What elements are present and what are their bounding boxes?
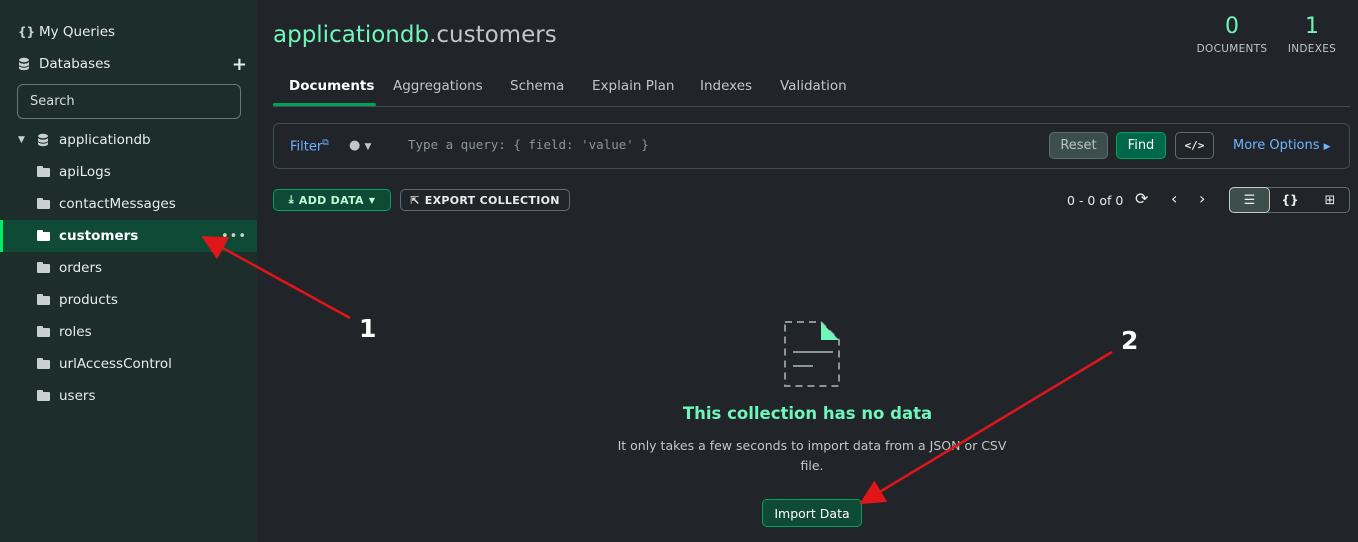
empty-state-title: This collection has no data xyxy=(682,404,933,423)
page-title: applicationdb.customers xyxy=(273,22,557,48)
sidebar-item-databases[interactable]: Databases + xyxy=(0,48,257,80)
export-label: EXPORT COLLECTION xyxy=(424,193,560,207)
empty-document-icon xyxy=(783,320,841,394)
collection-label: products xyxy=(59,292,118,308)
active-tab-indicator xyxy=(273,103,376,106)
view-toggle: ☰ {} ⊞ xyxy=(1229,187,1350,213)
collection-item-customers[interactable]: customers ••• xyxy=(0,220,257,252)
collection-item-urlaccesscontrol[interactable]: urlAccessControl xyxy=(0,348,257,380)
collection-item-orders[interactable]: orders xyxy=(0,252,257,284)
folder-icon xyxy=(37,230,50,241)
active-indicator xyxy=(0,220,3,252)
collection-item-apilogs[interactable]: apiLogs xyxy=(0,156,257,188)
filter-link[interactable]: Filter⧉ xyxy=(290,138,329,154)
collection-item-contactmessages[interactable]: contactMessages xyxy=(0,188,257,220)
folder-icon xyxy=(37,358,50,369)
collection-label: apiLogs xyxy=(59,164,111,180)
download-icon: ⤓ xyxy=(288,193,294,206)
chevron-right-icon[interactable]: › xyxy=(1199,189,1205,208)
tab-validation[interactable]: Validation xyxy=(780,78,847,94)
code-icon[interactable]: </> xyxy=(1175,132,1214,159)
add-data-label: ADD DATA xyxy=(298,193,364,207)
export-icon: ⇱ xyxy=(410,193,420,207)
tab-explain-plan[interactable]: Explain Plan xyxy=(592,78,674,94)
chevron-down-icon: ▼ xyxy=(364,142,372,152)
folder-icon xyxy=(37,294,50,305)
collection-item-users[interactable]: users xyxy=(0,380,257,412)
table-view-icon[interactable]: ⊞ xyxy=(1310,188,1350,212)
indexes-count: 1 xyxy=(1305,14,1319,39)
main-panel: applicationdb.customers 0 DOCUMENTS 1 IN… xyxy=(257,0,1358,542)
documents-count: 0 xyxy=(1225,14,1239,39)
collection-label: roles xyxy=(59,324,92,340)
sidebar-item-label: Databases xyxy=(39,56,111,72)
export-collection-button[interactable]: ⇱ EXPORT COLLECTION xyxy=(400,189,570,211)
folder-icon xyxy=(37,262,50,273)
folder-icon xyxy=(37,198,50,209)
tab-indexes[interactable]: Indexes xyxy=(700,78,752,94)
more-options-button[interactable]: More Options ▶ xyxy=(1233,138,1331,153)
external-link-icon: ⧉ xyxy=(322,138,329,148)
folder-icon xyxy=(37,166,50,177)
sidebar: {} My Queries Databases + ▼ applicationd… xyxy=(0,0,257,542)
folder-icon xyxy=(37,326,50,337)
database-icon xyxy=(18,57,30,71)
documents-stat: 0 DOCUMENTS xyxy=(1194,14,1270,55)
find-button[interactable]: Find xyxy=(1116,132,1166,159)
search-input[interactable] xyxy=(17,84,241,119)
database-icon xyxy=(37,133,49,147)
indexes-label: INDEXES xyxy=(1287,43,1337,55)
braces-icon: {} xyxy=(18,25,36,39)
add-data-button[interactable]: ⤓ ADD DATA ▼ xyxy=(273,189,391,211)
annotation-label-2: 2 xyxy=(1121,326,1139,355)
collection-label: urlAccessControl xyxy=(59,356,172,372)
list-view-icon[interactable]: ☰ xyxy=(1229,187,1270,213)
collection-label: contactMessages xyxy=(59,196,176,212)
tab-bar: Documents Aggregations Schema Explain Pl… xyxy=(273,70,1350,107)
empty-state-description: It only takes a few seconds to import da… xyxy=(617,438,1007,473)
collection-item-products[interactable]: products xyxy=(0,284,257,316)
chevron-left-icon[interactable]: ‹ xyxy=(1171,189,1177,208)
query-bar: Filter⧉ ● ▼ Type a query: { field: 'valu… xyxy=(273,123,1350,169)
pagination-count: 0 - 0 of 0 xyxy=(1067,193,1124,208)
database-name: applicationdb xyxy=(59,132,151,148)
collection-name: .customers xyxy=(429,22,557,48)
folder-icon xyxy=(37,390,50,401)
plus-icon[interactable]: + xyxy=(232,54,247,75)
db-name: applicationdb xyxy=(273,22,430,48)
documents-label: DOCUMENTS xyxy=(1196,43,1268,55)
query-input[interactable]: Type a query: { field: 'value' } xyxy=(408,137,649,152)
import-data-button[interactable]: Import Data xyxy=(762,499,862,527)
filter-label: Filter xyxy=(290,139,323,155)
caret-right-icon: ▶ xyxy=(1323,142,1331,152)
caret-down-icon[interactable]: ▼ xyxy=(18,135,25,145)
collection-item-roles[interactable]: roles xyxy=(0,316,257,348)
clock-icon: ● xyxy=(349,138,361,153)
reset-button[interactable]: Reset xyxy=(1049,132,1108,159)
tab-schema[interactable]: Schema xyxy=(510,78,564,94)
caret-down-icon: ▼ xyxy=(368,195,376,205)
indexes-stat: 1 INDEXES xyxy=(1282,14,1342,55)
annotation-label-1: 1 xyxy=(359,314,377,343)
compass-app: {} My Queries Databases + ▼ applicationd… xyxy=(0,0,1358,542)
refresh-icon[interactable]: ⟳ xyxy=(1135,189,1148,208)
more-options-label: More Options xyxy=(1233,138,1320,153)
collection-label: orders xyxy=(59,260,103,276)
collection-label: users xyxy=(59,388,96,404)
query-history-button[interactable]: ● ▼ xyxy=(349,138,371,153)
json-view-icon[interactable]: {} xyxy=(1270,188,1310,212)
ellipsis-icon[interactable]: ••• xyxy=(221,229,247,244)
tab-aggregations[interactable]: Aggregations xyxy=(393,78,483,94)
database-row[interactable]: ▼ applicationdb xyxy=(0,124,257,156)
sidebar-item-my-queries[interactable]: {} My Queries xyxy=(0,16,257,48)
sidebar-item-label: My Queries xyxy=(39,24,116,40)
tab-documents[interactable]: Documents xyxy=(289,78,374,94)
collection-label: customers xyxy=(59,228,139,244)
